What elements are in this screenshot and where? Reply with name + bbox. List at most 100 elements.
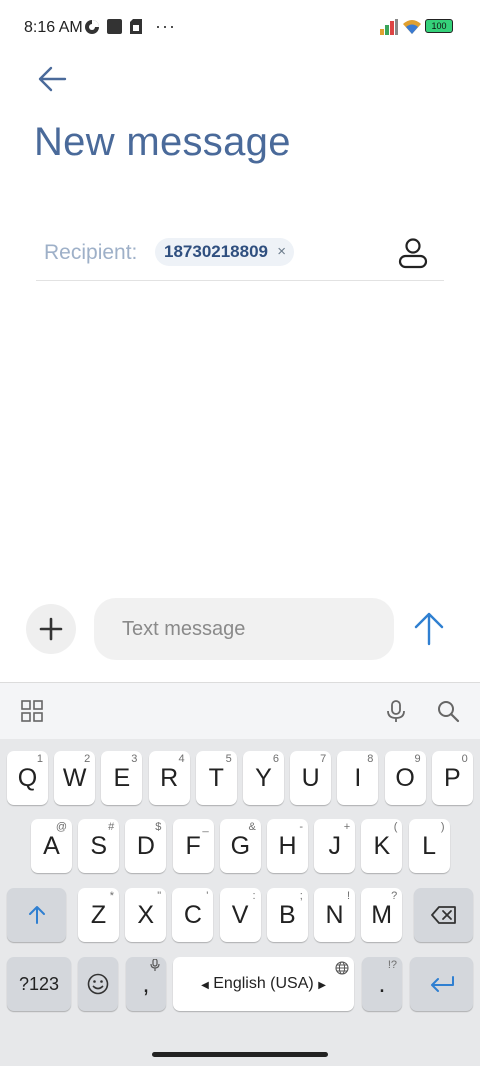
key-h[interactable]: -H [267,819,308,873]
recipient-divider [36,280,444,281]
key-label: D [136,832,155,860]
key-label: A [43,832,60,860]
key-k[interactable]: (K [361,819,403,873]
text-message-input[interactable] [94,598,394,660]
keyboard: 1 Q 2 W 3 E 4 R 5 T 6 Y 7 U 8 I 9 O 0 P @ A # S $ D _ F & G - H + J(K) L * Z… [0,682,480,1066]
shift-key[interactable] [7,888,66,942]
key-i[interactable]: 8I [337,751,379,805]
key-label: H [278,832,297,860]
key-hint: # [108,821,115,833]
key-hint: - [299,821,303,833]
key-label: X [137,901,155,929]
key-f[interactable]: _ F [172,819,214,873]
key-label: K [373,832,391,860]
key-hint: ' [206,890,209,902]
key-p[interactable]: 0P [431,751,473,805]
enter-key[interactable] [410,957,473,1011]
remove-recipient-icon[interactable]: × [277,238,286,266]
key-label: Z [90,901,107,929]
key-hint: 7 [320,753,327,765]
key-t[interactable]: 5T [195,751,237,805]
send-icon[interactable] [410,608,448,648]
recipient-label: Recipient: [44,241,138,264]
status-time: 8:16 AM [24,19,83,36]
key-hint: ? [391,890,398,902]
key-n[interactable]: ! N [314,888,355,942]
key-r[interactable]: 4R [148,751,190,805]
contact-picker-icon[interactable] [396,236,430,270]
add-attachment-button[interactable] [26,604,76,654]
period-key-hint: !? [387,959,397,971]
key-hint: + [343,821,351,833]
key-u[interactable]: 7U [290,751,332,805]
key-g[interactable]: & G [219,819,261,873]
key-hint: ) [440,821,445,833]
key-label: Y [255,764,272,792]
globe-icon [335,961,349,975]
microphone-icon[interactable] [384,699,408,723]
search-icon[interactable] [436,699,460,723]
key-hint: ; [299,890,303,902]
enter-arrow-icon [430,976,454,992]
voice-input-icon [150,959,160,971]
key-label: P [443,764,461,792]
key-o[interactable]: 9O [384,751,426,805]
key-label: J [328,832,341,860]
key-hint: " [157,890,162,902]
key-s[interactable]: # S [78,819,120,873]
key-x[interactable]: " X [125,888,167,942]
key-d[interactable]: $ D [125,819,167,873]
period-key[interactable]: !? . [362,957,402,1011]
key-label: G [230,832,251,860]
sim-card-icon [130,19,142,34]
key-hint: @ [55,821,67,833]
key-hint: ! [346,890,350,902]
wifi-icon [403,20,421,34]
shift-arrow-icon [28,906,45,924]
backspace-key[interactable] [414,888,473,942]
more-notifications-icon: ··· [155,16,176,36]
key-b[interactable]: ; B [266,888,308,942]
key-hint: 8 [367,753,374,765]
key-hint: $ [155,821,162,833]
gesture-nav-bar[interactable] [152,1052,328,1057]
key-hint: : [252,890,256,902]
key-label: Q [17,764,38,792]
key-z[interactable]: * Z [78,888,119,942]
keyboard-toolbar [0,682,480,739]
backspace-icon [430,906,456,924]
key-j[interactable]: + J [314,819,356,873]
period-label: . [378,970,386,998]
key-e[interactable]: 3E [101,751,143,805]
lang-next-icon: ▶ [318,980,326,991]
key-hint: ( [393,821,398,833]
back-arrow-icon[interactable] [34,62,70,96]
apps-grid-icon[interactable] [20,699,44,723]
key-hint: 2 [84,753,91,765]
emoji-icon [87,973,109,995]
key-hint: 9 [414,753,421,765]
recipient-chip[interactable]: 18730218809 × [155,238,295,266]
key-w[interactable]: 2W [54,751,96,805]
key-c[interactable]: ' C [172,888,214,942]
key-label: V [231,901,249,929]
key-label: R [160,764,179,792]
key-v[interactable]: :V [219,888,261,942]
key-label: M [371,901,393,929]
key-label: T [208,764,224,792]
key-label: C [183,901,202,929]
emoji-key[interactable] [78,957,118,1011]
key-y[interactable]: 6Y [243,751,284,805]
app-notification-icon [107,19,122,34]
space-key[interactable]: ◀ English (USA) ▶ [173,957,354,1011]
key-q[interactable]: 1Q [7,751,48,805]
key-m[interactable]: ? M [361,888,403,942]
comma-key[interactable]: , [126,957,166,1011]
data-saver-icon [85,20,99,34]
key-hint: 6 [272,753,279,765]
symbols-key[interactable]: ?123 [7,957,71,1011]
key-label: I [354,764,362,792]
key-l[interactable]: ) L [408,819,450,873]
key-label: S [90,832,108,860]
key-a[interactable]: @ A [31,819,72,873]
